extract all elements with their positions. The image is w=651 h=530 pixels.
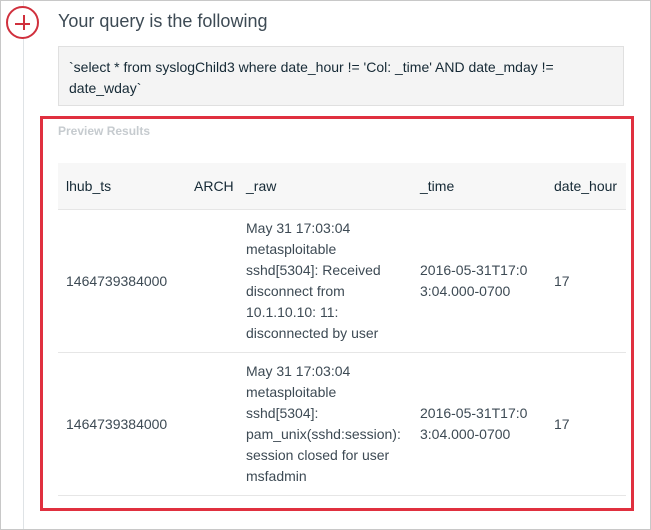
preview-table-container[interactable]: lhub_ts ARCH _raw _time date_hour 146473… <box>58 163 626 508</box>
cell-raw: May 31 17:03:04 metasploitable sshd[5304… <box>238 352 412 496</box>
query-text: `select * from syslogChild3 where date_h… <box>69 59 554 96</box>
cell-date-hour: 17 <box>546 209 626 353</box>
timeline-divider <box>23 1 24 529</box>
cell-lhub-ts: 1464739384000 <box>58 209 186 353</box>
preview-results-panel: Preview Results lhub_ts ARCH _raw _time … <box>40 116 634 511</box>
cell-lhub-ts: 1464739384000 <box>58 352 186 496</box>
add-step-icon[interactable] <box>6 6 39 39</box>
table-row: 1464739384000 May 31 17:03:04 metasploit… <box>58 352 626 496</box>
cell-time: 2016-05-31T17:03:04.000-0700 <box>412 352 546 496</box>
cell-date-hour: 17 <box>546 352 626 496</box>
table-header-row: lhub_ts ARCH _raw _time date_hour <box>58 163 626 210</box>
query-title: Your query is the following <box>58 11 268 31</box>
cell-arch <box>186 352 238 496</box>
preview-results-title: Preview Results <box>58 124 151 138</box>
column-header-arch[interactable]: ARCH <box>186 163 238 210</box>
column-header-time[interactable]: _time <box>412 163 546 210</box>
cell-time: 2016-05-31T17:03:04.000-0700 <box>412 209 546 353</box>
cell-raw: May 31 17:03:04 metasploitable sshd[5304… <box>238 209 412 353</box>
column-header-raw[interactable]: _raw <box>238 163 412 210</box>
column-header-lhub-ts[interactable]: lhub_ts <box>58 163 186 210</box>
query-text-box: `select * from syslogChild3 where date_h… <box>58 46 624 106</box>
query-panel: Your query is the following `select * fr… <box>0 0 651 530</box>
table-row: 1464739384000 May 31 17:03:04 metasploit… <box>58 209 626 353</box>
preview-table: lhub_ts ARCH _raw _time date_hour 146473… <box>58 163 626 496</box>
cell-arch <box>186 209 238 353</box>
column-header-date-hour[interactable]: date_hour <box>546 163 626 210</box>
